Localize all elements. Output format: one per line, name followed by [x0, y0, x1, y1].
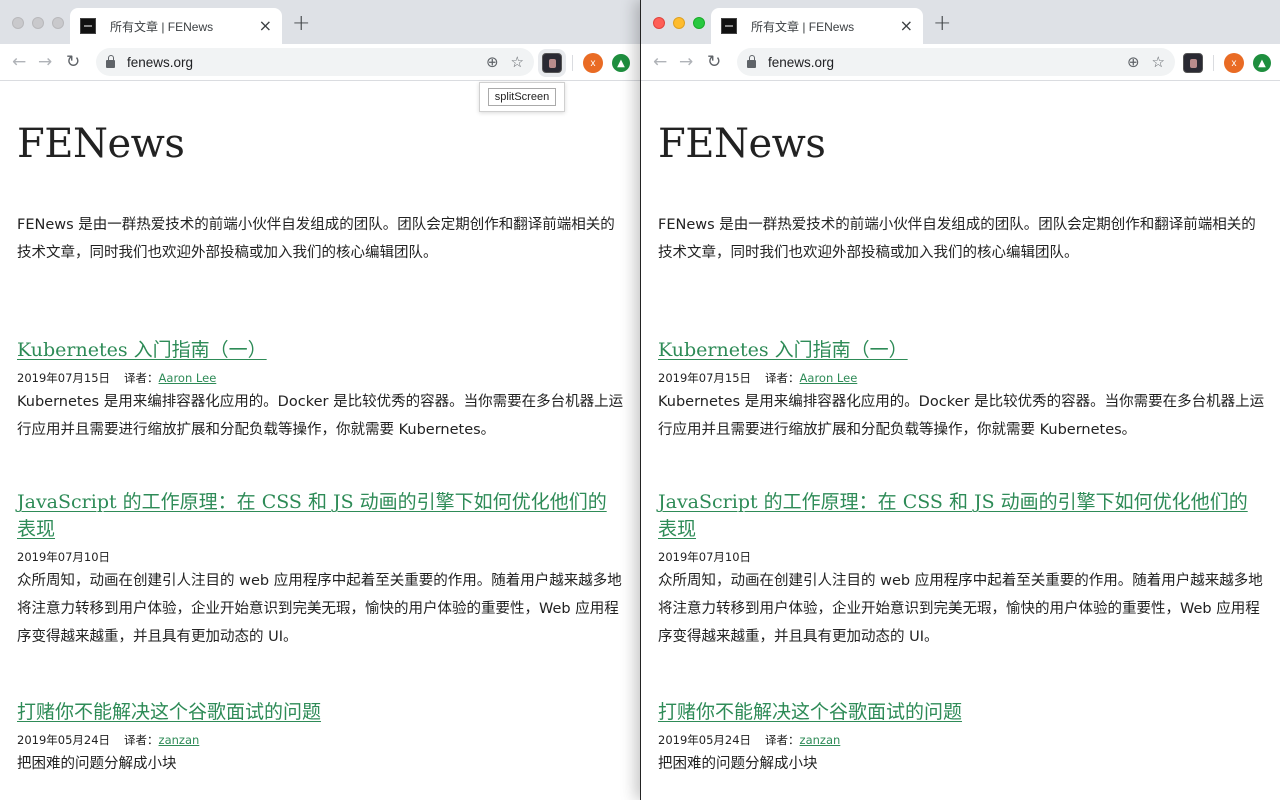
page-content: FENews FENews 是由一群热爱技术的前端小伙伴自发组成的团队。团队会定…: [0, 81, 640, 800]
post-date: 2019年07月15日: [17, 371, 111, 385]
post-title-link[interactable]: Kubernetes 入门指南（一）: [658, 335, 908, 362]
post-item: Kubernetes 入门指南（一） 2019年07月15日 译者：Aaron L…: [658, 335, 1264, 444]
post-title-link[interactable]: Kubernetes 入门指南（一）: [17, 335, 267, 362]
window-controls: [12, 17, 64, 29]
post-meta: 2019年07月15日 译者：Aaron Lee: [658, 370, 1263, 386]
zoom-window-button[interactable]: [52, 17, 64, 29]
post-item: 打赌你不能解决这个谷歌面试的问题 2019年05月24日 译者：zanzan 把困…: [658, 697, 1263, 778]
reload-icon[interactable]: ↻: [707, 52, 721, 72]
lock-icon[interactable]: [747, 54, 756, 68]
post-date: 2019年07月10日: [17, 550, 111, 564]
post-meta: 2019年05月24日 译者：zanzan: [658, 732, 1263, 748]
x-extension-icon[interactable]: x: [1224, 53, 1244, 73]
post-date: 2019年07月15日: [658, 371, 752, 385]
add-circle-icon[interactable]: ⊕: [486, 54, 499, 70]
post-title-link[interactable]: 打赌你不能解决这个谷歌面试的问题: [17, 697, 321, 724]
url-text[interactable]: fenews.org: [127, 55, 474, 70]
tab-strip: 所有文章 | FENews × +: [0, 0, 640, 44]
site-intro: FENews 是由一群热爱技术的前端小伙伴自发组成的团队。团队会定期创作和翻译前…: [17, 217, 615, 261]
green-extension-icon[interactable]: ▲: [1253, 54, 1271, 72]
toolbar-divider: [1213, 55, 1214, 71]
address-bar[interactable]: fenews.org ⊕ ☆: [96, 48, 534, 76]
bookmark-star-icon[interactable]: ☆: [1152, 54, 1165, 70]
tab-title: 所有文章 | FENews: [110, 19, 214, 34]
window-controls: [653, 17, 705, 29]
post-meta: 2019年07月15日 译者：Aaron Lee: [17, 370, 623, 386]
x-extension-icon[interactable]: x: [583, 53, 603, 73]
minimize-window-button[interactable]: [32, 17, 44, 29]
split-screen-extension-icon[interactable]: [542, 53, 562, 73]
extension-tooltip: splitScreen: [479, 82, 565, 112]
tooltip-text: splitScreen: [487, 88, 557, 106]
zoom-window-button[interactable]: [693, 17, 705, 29]
post-meta: 2019年05月24日 译者：zanzan: [17, 732, 623, 748]
translator-link[interactable]: zanzan: [800, 733, 841, 747]
post-excerpt: Kubernetes 是用来编排容器化应用的。Docker 是比较优秀的容器。当…: [658, 394, 1265, 438]
post-item: 打赌你不能解决这个谷歌面试的问题 2019年05月24日 译者：zanzan 把困…: [17, 697, 623, 778]
post-excerpt: 把困难的问题分解成小块: [658, 756, 818, 772]
site-title: FENews: [17, 121, 185, 167]
toolbar-divider: [572, 55, 573, 71]
close-window-button[interactable]: [12, 17, 24, 29]
bookmark-star-icon[interactable]: ☆: [511, 54, 524, 70]
tab-active[interactable]: 所有文章 | FENews ×: [711, 8, 923, 44]
minimize-window-button[interactable]: [673, 17, 685, 29]
post-excerpt: 众所周知，动画在创建引人注目的 web 应用程序中起着至关重要的作用。随着用户越…: [658, 573, 1263, 645]
url-text[interactable]: fenews.org: [768, 55, 1115, 70]
site-title: FENews: [658, 121, 826, 167]
post-excerpt: Kubernetes 是用来编排容器化应用的。Docker 是比较优秀的容器。当…: [17, 394, 624, 438]
tab-close-icon[interactable]: ×: [900, 18, 913, 34]
translator-link[interactable]: zanzan: [159, 733, 200, 747]
fenews-favicon-icon: [721, 18, 737, 34]
tab-title: 所有文章 | FENews: [751, 19, 855, 34]
back-arrow-icon[interactable]: ←: [653, 52, 667, 72]
post-title-link[interactable]: JavaScript 的工作原理：在 CSS 和 JS 动画的引擎下如何优化他们…: [658, 487, 1263, 541]
post-date: 2019年05月24日: [658, 733, 752, 747]
translator-label: 译者：: [124, 371, 159, 385]
post-meta: 2019年07月10日: [17, 549, 623, 565]
post-excerpt: 众所周知，动画在创建引人注目的 web 应用程序中起着至关重要的作用。随着用户越…: [17, 573, 622, 645]
fenews-favicon-icon: [80, 18, 96, 34]
tab-strip: 所有文章 | FENews × +: [641, 0, 1280, 44]
post-meta: 2019年07月10日: [658, 549, 1263, 565]
translator-label: 译者：: [124, 733, 159, 747]
split-screen-extension-icon[interactable]: [1183, 53, 1203, 73]
site-intro: FENews 是由一群热爱技术的前端小伙伴自发组成的团队。团队会定期创作和翻译前…: [658, 217, 1256, 261]
forward-arrow-icon[interactable]: →: [38, 52, 52, 72]
post-date: 2019年07月10日: [658, 550, 752, 564]
post-excerpt: 把困难的问题分解成小块: [17, 756, 177, 772]
forward-arrow-icon[interactable]: →: [679, 52, 693, 72]
toolbar: ← → ↻ fenews.org ⊕ ☆ x ▲: [641, 44, 1280, 81]
close-window-button[interactable]: [653, 17, 665, 29]
back-arrow-icon[interactable]: ←: [12, 52, 26, 72]
translator-label: 译者：: [765, 733, 800, 747]
translator-link[interactable]: Aaron Lee: [159, 371, 217, 385]
lock-icon[interactable]: [106, 54, 115, 68]
new-tab-button[interactable]: +: [933, 13, 951, 35]
tab-close-icon[interactable]: ×: [259, 18, 272, 34]
green-extension-icon[interactable]: ▲: [612, 54, 630, 72]
browser-window-left: 所有文章 | FENews × + ← → ↻ fenews.org ⊕ ☆ x…: [0, 0, 640, 800]
new-tab-button[interactable]: +: [292, 13, 310, 35]
toolbar: ← → ↻ fenews.org ⊕ ☆ x ▲: [0, 44, 640, 81]
post-item: JavaScript 的工作原理：在 CSS 和 JS 动画的引擎下如何优化他们…: [658, 487, 1263, 651]
add-circle-icon[interactable]: ⊕: [1127, 54, 1140, 70]
tab-active[interactable]: 所有文章 | FENews ×: [70, 8, 282, 44]
reload-icon[interactable]: ↻: [66, 52, 80, 72]
translator-link[interactable]: Aaron Lee: [800, 371, 858, 385]
post-title-link[interactable]: JavaScript 的工作原理：在 CSS 和 JS 动画的引擎下如何优化他们…: [17, 487, 623, 541]
post-item: Kubernetes 入门指南（一） 2019年07月15日 译者：Aaron L…: [17, 335, 623, 444]
page-content: FENews FENews 是由一群热爱技术的前端小伙伴自发组成的团队。团队会定…: [641, 81, 1280, 800]
post-item: JavaScript 的工作原理：在 CSS 和 JS 动画的引擎下如何优化他们…: [17, 487, 623, 651]
browser-window-right: 所有文章 | FENews × + ← → ↻ fenews.org ⊕ ☆ x…: [641, 0, 1280, 800]
translator-label: 译者：: [765, 371, 800, 385]
post-date: 2019年05月24日: [17, 733, 111, 747]
post-title-link[interactable]: 打赌你不能解决这个谷歌面试的问题: [658, 697, 962, 724]
address-bar[interactable]: fenews.org ⊕ ☆: [737, 48, 1175, 76]
